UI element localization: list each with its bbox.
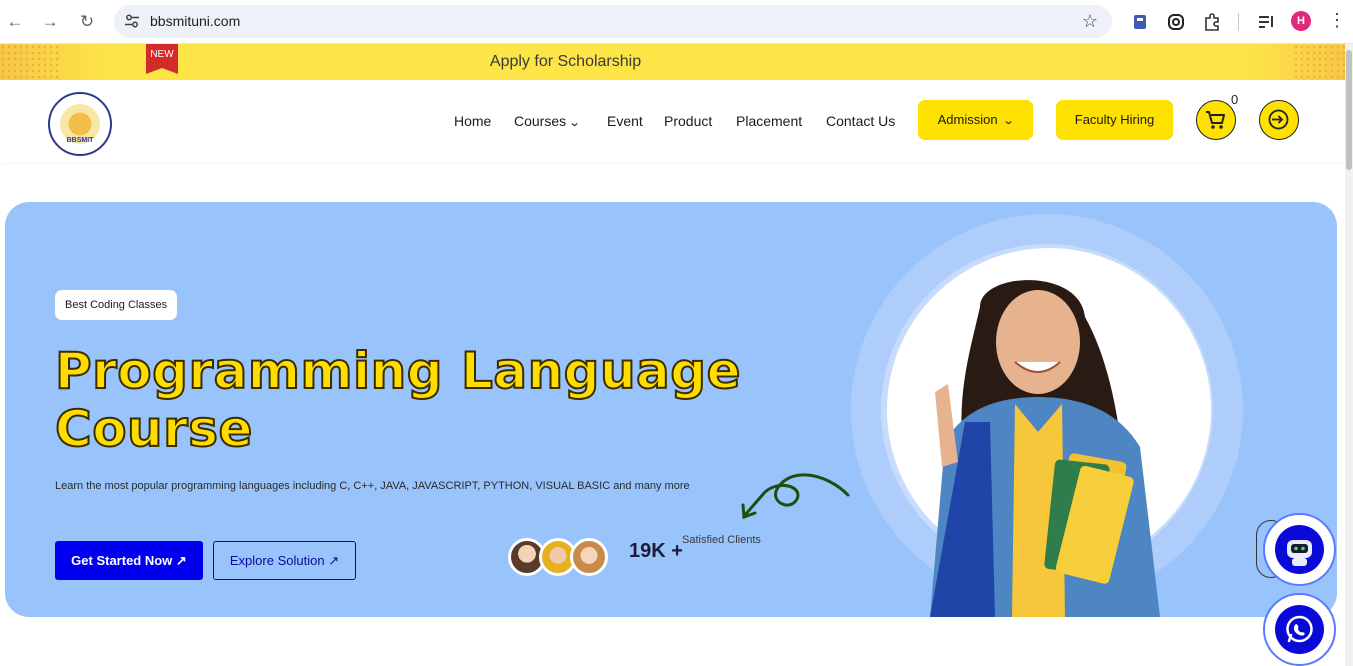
more-menu-icon[interactable]: ⋮ xyxy=(1328,10,1346,31)
hero-title-line-2: Course xyxy=(54,399,253,459)
chatbot-icon xyxy=(1275,525,1324,574)
decorative-pattern xyxy=(1293,44,1353,80)
get-started-button[interactable]: Get Started Now ↗ xyxy=(55,541,203,580)
back-icon[interactable]: ← xyxy=(4,11,26,33)
chevron-down-icon: ⌄ xyxy=(1002,115,1016,127)
hero-section: Best Coding Classes Programming Language… xyxy=(5,202,1337,617)
extensions-puzzle-icon[interactable] xyxy=(1202,12,1222,32)
whatsapp-icon xyxy=(1275,605,1324,654)
whatsapp-button[interactable] xyxy=(1263,593,1336,666)
chatbot-button[interactable] xyxy=(1263,513,1336,586)
hero-description: Learn the most popular programming langu… xyxy=(55,480,690,492)
cart-button[interactable] xyxy=(1196,100,1236,140)
bookmark-star-icon[interactable]: ☆ xyxy=(1082,11,1098,32)
extension-icon[interactable] xyxy=(1130,12,1150,32)
nav-contact-us[interactable]: Contact Us xyxy=(826,113,895,129)
faculty-hiring-button[interactable]: Faculty Hiring xyxy=(1056,100,1173,140)
nav-courses[interactable]: Courses ⌄ xyxy=(514,113,582,129)
clients-label: Satisfied Clients xyxy=(682,534,761,546)
scrollbar-thumb[interactable] xyxy=(1346,50,1352,170)
arrow-up-right-icon: ↗ xyxy=(175,553,187,568)
explore-solution-label: Explore Solution xyxy=(229,553,325,568)
address-bar[interactable]: bbsmituni.com ☆ xyxy=(114,5,1112,38)
student-illustration xyxy=(930,280,1160,617)
page-scrollbar[interactable] xyxy=(1345,44,1353,666)
scholarship-link[interactable]: Apply for Scholarship xyxy=(0,53,1131,71)
hero-title: Programming Language Course xyxy=(54,341,775,459)
nav-home[interactable]: Home xyxy=(454,113,491,129)
reload-icon[interactable]: ↻ xyxy=(76,11,98,33)
hero-title-line-1: Programming Language xyxy=(54,341,742,401)
cart-count: 0 xyxy=(1231,92,1239,107)
nav-product[interactable]: Product xyxy=(664,113,712,129)
site-header: BBSMIT Home Courses ⌄ Event Product Place… xyxy=(0,80,1353,162)
site-settings-icon[interactable] xyxy=(124,13,140,29)
profile-avatar[interactable]: H xyxy=(1291,11,1311,31)
cart-icon xyxy=(1206,111,1225,129)
logo-text: BBSMIT xyxy=(66,137,94,144)
nav-placement[interactable]: Placement xyxy=(736,113,802,129)
get-started-label: Get Started Now xyxy=(71,553,173,568)
hero-tag: Best Coding Classes xyxy=(55,290,178,320)
avatar xyxy=(570,538,608,576)
extension-icon[interactable] xyxy=(1166,12,1186,32)
toolbar-divider xyxy=(1238,13,1239,31)
chevron-down-icon: ⌄ xyxy=(568,117,582,129)
admission-label: Admission xyxy=(937,112,998,127)
url-text[interactable]: bbsmituni.com xyxy=(150,13,240,29)
explore-solution-button[interactable]: Explore Solution ↗ xyxy=(213,541,356,580)
nav-event[interactable]: Event xyxy=(607,113,643,129)
site-logo[interactable]: BBSMIT xyxy=(48,92,112,156)
whatsapp-logo-icon xyxy=(1286,615,1313,643)
robot-icon xyxy=(1287,540,1312,566)
decorative-swirl-arrow xyxy=(741,473,850,520)
media-queue-icon[interactable] xyxy=(1256,12,1276,32)
client-avatars xyxy=(508,538,608,576)
announcement-banner[interactable]: NEW Apply for Scholarship xyxy=(0,44,1353,80)
browser-toolbar: ← → ↻ bbsmituni.com ☆ H ⋮ xyxy=(0,0,1353,44)
clients-count: 19K + xyxy=(629,540,683,562)
arrow-up-right-icon: ↗ xyxy=(328,553,340,568)
login-button[interactable] xyxy=(1259,100,1299,140)
nav-courses-label: Courses xyxy=(514,113,567,129)
forward-icon[interactable]: → xyxy=(39,11,61,33)
login-arrow-icon xyxy=(1268,109,1289,130)
admission-button[interactable]: Admission ⌄ xyxy=(918,100,1033,140)
